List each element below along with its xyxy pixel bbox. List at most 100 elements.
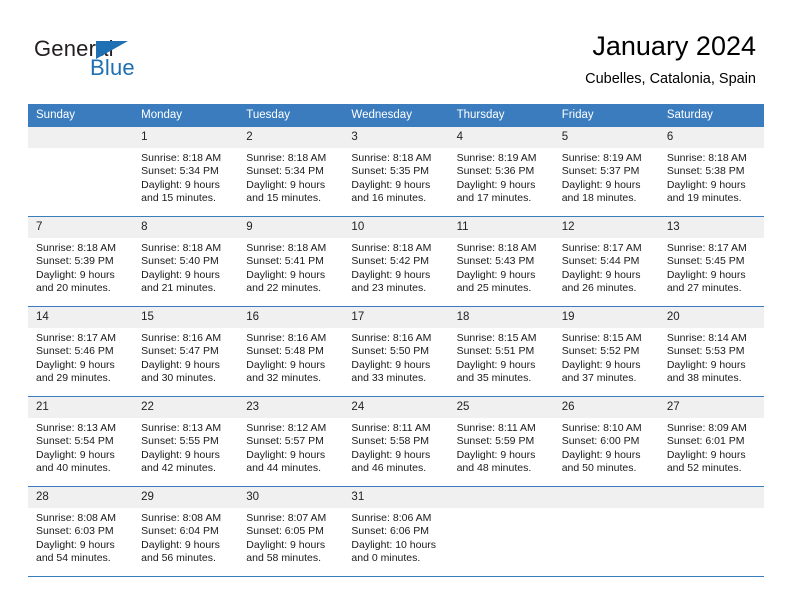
sunset-text: Sunset: 5:51 PM bbox=[456, 345, 535, 358]
day-number: 9 bbox=[238, 217, 344, 238]
sunrise-text: Sunrise: 8:18 AM bbox=[456, 242, 537, 254]
day-number: 4 bbox=[448, 127, 554, 148]
calendar-cell-empty bbox=[448, 486, 554, 577]
daylight-text-line2: and 27 minutes. bbox=[666, 282, 742, 295]
sunset-text: Sunset: 5:38 PM bbox=[666, 165, 745, 178]
calendar-day-cell[interactable]: 23 Sunrise: 8:12 AM Sunset: 5:57 PM Dayligh… bbox=[238, 396, 344, 487]
calendar-day-cell[interactable]: 26 Sunrise: 8:10 AM Sunset: 6:00 PM Dayligh… bbox=[553, 396, 659, 487]
day-sun-info: Sunrise: 8:07 AM Sunset: 6:05 PM Daylight:… bbox=[238, 508, 343, 566]
calendar-day-cell[interactable]: 21 Sunrise: 8:13 AM Sunset: 5:54 PM Dayligh… bbox=[28, 396, 134, 487]
daylight-text-line2: and 40 minutes. bbox=[36, 462, 111, 475]
sunset-text: Sunset: 5:36 PM bbox=[456, 165, 535, 178]
calendar-cell-empty bbox=[28, 127, 134, 217]
sunset-text: Sunset: 5:43 PM bbox=[456, 255, 535, 268]
calendar-day-cell[interactable]: 31 Sunrise: 8:06 AM Sunset: 6:06 PM Dayligh… bbox=[343, 486, 449, 577]
general-blue-logo[interactable]: General Blue bbox=[34, 36, 164, 84]
sunrise-text: Sunrise: 8:18 AM bbox=[351, 152, 432, 164]
day-sun-info: Sunrise: 8:18 AM Sunset: 5:42 PM Daylight:… bbox=[343, 238, 448, 296]
page-header: General Blue January 2024 Cubelles, Cata… bbox=[0, 0, 792, 104]
calendar-day-cell[interactable]: 27 Sunrise: 8:09 AM Sunset: 6:01 PM Dayligh… bbox=[658, 396, 764, 487]
calendar-day-cell[interactable]: 4 Sunrise: 8:19 AM Sunset: 5:36 PM Daylight… bbox=[448, 127, 554, 217]
calendar-day-cell[interactable]: 17 Sunrise: 8:16 AM Sunset: 5:50 PM Dayligh… bbox=[343, 306, 449, 397]
sunrise-text: Sunrise: 8:10 AM bbox=[561, 422, 642, 434]
daylight-text-line2: and 15 minutes. bbox=[246, 192, 321, 205]
weekday-header-sunday: Sunday bbox=[28, 104, 134, 127]
daylight-text-line1: Daylight: 9 hours bbox=[36, 448, 115, 461]
calendar-day-cell[interactable]: 10 Sunrise: 8:18 AM Sunset: 5:42 PM Dayligh… bbox=[343, 216, 449, 307]
day-number bbox=[553, 487, 659, 508]
daylight-text-line2: and 29 minutes. bbox=[36, 372, 111, 385]
calendar-day-cell[interactable]: 5 Sunrise: 8:19 AM Sunset: 5:37 PM Daylight… bbox=[553, 127, 659, 217]
calendar-day-cell[interactable]: 24 Sunrise: 8:11 AM Sunset: 5:58 PM Dayligh… bbox=[343, 396, 449, 487]
sunrise-text: Sunrise: 8:13 AM bbox=[36, 422, 116, 434]
daylight-text-line2: and 21 minutes. bbox=[141, 282, 216, 295]
day-sun-info: Sunrise: 8:08 AM Sunset: 6:04 PM Daylight:… bbox=[133, 508, 238, 566]
calendar-day-cell[interactable]: 1 Sunrise: 8:18 AM Sunset: 5:34 PM Daylight… bbox=[133, 127, 239, 217]
sunset-text: Sunset: 5:57 PM bbox=[246, 435, 324, 448]
calendar-day-cell[interactable]: 22 Sunrise: 8:13 AM Sunset: 5:55 PM Dayligh… bbox=[133, 396, 239, 487]
day-sun-info: Sunrise: 8:11 AM Sunset: 5:59 PM Daylight:… bbox=[449, 418, 554, 476]
day-number: 3 bbox=[343, 127, 449, 148]
day-sun-info: Sunrise: 8:17 AM Sunset: 5:45 PM Daylight:… bbox=[659, 238, 764, 296]
day-sun-info: Sunrise: 8:17 AM Sunset: 5:46 PM Daylight:… bbox=[28, 328, 133, 386]
daylight-text-line1: Daylight: 9 hours bbox=[561, 448, 641, 461]
sunset-text: Sunset: 5:59 PM bbox=[456, 435, 535, 448]
calendar-cell-empty bbox=[553, 486, 659, 577]
day-sun-info: Sunrise: 8:18 AM Sunset: 5:34 PM Daylight:… bbox=[238, 148, 343, 206]
day-number: 10 bbox=[343, 217, 449, 238]
daylight-text-line1: Daylight: 9 hours bbox=[666, 358, 746, 371]
calendar-day-cell[interactable]: 13 Sunrise: 8:17 AM Sunset: 5:45 PM Dayligh… bbox=[658, 216, 764, 307]
calendar-day-cell[interactable]: 7 Sunrise: 8:18 AM Sunset: 5:39 PM Daylight… bbox=[28, 216, 134, 307]
day-number: 1 bbox=[133, 127, 239, 148]
calendar-day-cell[interactable]: 25 Sunrise: 8:11 AM Sunset: 5:59 PM Dayligh… bbox=[448, 396, 554, 487]
daylight-text-line1: Daylight: 10 hours bbox=[351, 538, 437, 551]
day-sun-info: Sunrise: 8:18 AM Sunset: 5:39 PM Daylight:… bbox=[28, 238, 133, 296]
day-number: 20 bbox=[658, 307, 764, 328]
calendar-day-cell[interactable]: 15 Sunrise: 8:16 AM Sunset: 5:47 PM Dayligh… bbox=[133, 306, 239, 397]
calendar-day-cell[interactable]: 8 Sunrise: 8:18 AM Sunset: 5:40 PM Daylight… bbox=[133, 216, 239, 307]
calendar-day-cell[interactable]: 6 Sunrise: 8:18 AM Sunset: 5:38 PM Daylight… bbox=[658, 127, 764, 217]
calendar-week-row: 21 Sunrise: 8:13 AM Sunset: 5:54 PM Dayligh… bbox=[28, 396, 764, 487]
daylight-text-line1: Daylight: 9 hours bbox=[561, 268, 641, 281]
calendar-day-cell[interactable]: 9 Sunrise: 8:18 AM Sunset: 5:41 PM Daylight… bbox=[238, 216, 344, 307]
day-sun-info: Sunrise: 8:14 AM Sunset: 5:53 PM Daylight:… bbox=[659, 328, 764, 386]
day-sun-info: Sunrise: 8:16 AM Sunset: 5:50 PM Daylight:… bbox=[343, 328, 448, 386]
sunset-text: Sunset: 5:50 PM bbox=[351, 345, 430, 358]
weekday-header-friday: Friday bbox=[553, 104, 659, 127]
daylight-text-line1: Daylight: 9 hours bbox=[246, 268, 326, 281]
daylight-text-line1: Daylight: 9 hours bbox=[36, 538, 115, 551]
weekday-header-saturday: Saturday bbox=[658, 104, 764, 127]
sunset-text: Sunset: 6:04 PM bbox=[141, 525, 219, 538]
daylight-text-line1: Daylight: 9 hours bbox=[351, 178, 431, 191]
calendar-day-cell[interactable]: 11 Sunrise: 8:18 AM Sunset: 5:43 PM Dayligh… bbox=[448, 216, 554, 307]
calendar-day-cell[interactable]: 18 Sunrise: 8:15 AM Sunset: 5:51 PM Dayligh… bbox=[448, 306, 554, 397]
calendar-day-cell[interactable]: 12 Sunrise: 8:17 AM Sunset: 5:44 PM Dayligh… bbox=[553, 216, 659, 307]
title-block: January 2024 Cubelles, Catalonia, Spain bbox=[585, 30, 756, 89]
day-number: 5 bbox=[553, 127, 659, 148]
daylight-text-line2: and 20 minutes. bbox=[36, 282, 111, 295]
day-sun-info: Sunrise: 8:13 AM Sunset: 5:54 PM Daylight:… bbox=[28, 418, 133, 476]
sunset-text: Sunset: 6:01 PM bbox=[666, 435, 745, 448]
calendar-day-cell[interactable]: 19 Sunrise: 8:15 AM Sunset: 5:52 PM Dayligh… bbox=[553, 306, 659, 397]
sunrise-text: Sunrise: 8:17 AM bbox=[666, 242, 747, 254]
calendar-day-cell[interactable]: 3 Sunrise: 8:18 AM Sunset: 5:35 PM Daylight… bbox=[343, 127, 449, 217]
calendar-day-cell[interactable]: 14 Sunrise: 8:17 AM Sunset: 5:46 PM Dayligh… bbox=[28, 306, 134, 397]
daylight-text-line2: and 26 minutes. bbox=[561, 282, 637, 295]
daylight-text-line1: Daylight: 9 hours bbox=[561, 358, 641, 371]
daylight-text-line2: and 46 minutes. bbox=[351, 462, 427, 475]
calendar-day-cell[interactable]: 30 Sunrise: 8:07 AM Sunset: 6:05 PM Dayligh… bbox=[238, 486, 344, 577]
calendar-day-cell[interactable]: 20 Sunrise: 8:14 AM Sunset: 5:53 PM Dayligh… bbox=[658, 306, 764, 397]
calendar-day-cell[interactable]: 29 Sunrise: 8:08 AM Sunset: 6:04 PM Dayligh… bbox=[133, 486, 239, 577]
weekday-header-wednesday: Wednesday bbox=[343, 104, 449, 127]
calendar-day-cell[interactable]: 2 Sunrise: 8:18 AM Sunset: 5:34 PM Daylight… bbox=[238, 127, 344, 217]
day-number: 14 bbox=[28, 307, 134, 328]
sunset-text: Sunset: 5:58 PM bbox=[351, 435, 430, 448]
sunset-text: Sunset: 6:00 PM bbox=[561, 435, 640, 448]
sunrise-text: Sunrise: 8:06 AM bbox=[351, 512, 432, 524]
sunset-text: Sunset: 5:52 PM bbox=[561, 345, 640, 358]
sunrise-text: Sunrise: 8:17 AM bbox=[561, 242, 642, 254]
daylight-text-line1: Daylight: 9 hours bbox=[561, 178, 641, 191]
calendar-day-cell[interactable]: 28 Sunrise: 8:08 AM Sunset: 6:03 PM Dayligh… bbox=[28, 486, 134, 577]
calendar-day-cell[interactable]: 16 Sunrise: 8:16 AM Sunset: 5:48 PM Dayligh… bbox=[238, 306, 344, 397]
day-number bbox=[658, 487, 764, 508]
